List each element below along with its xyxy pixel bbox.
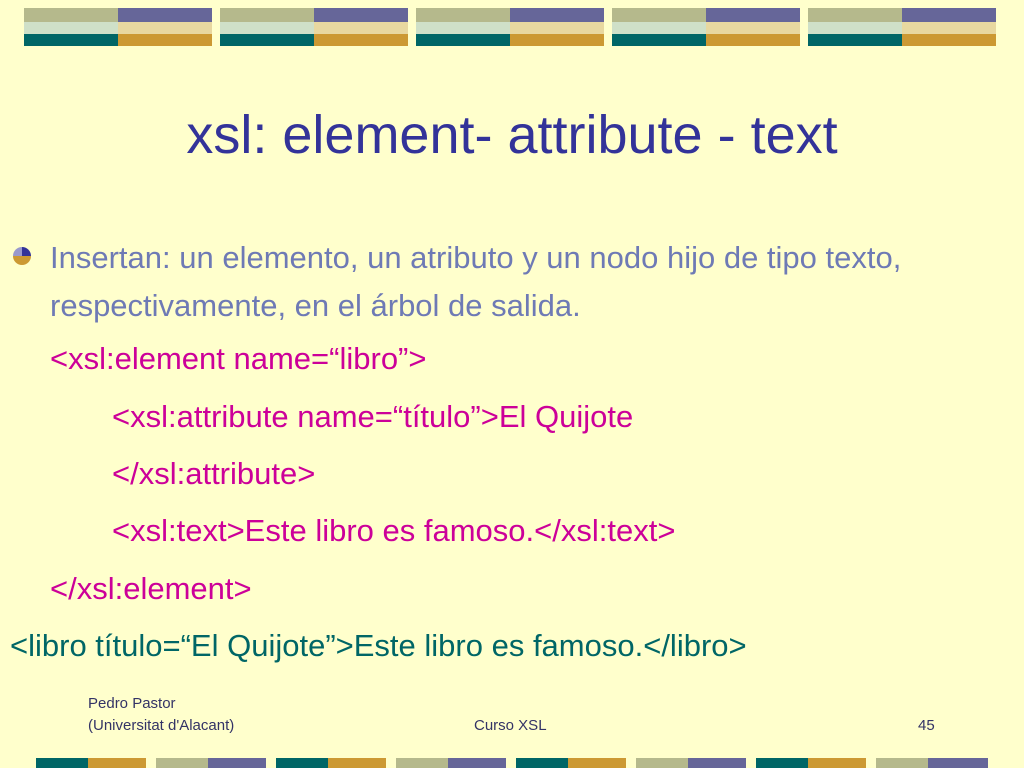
deco-tile <box>416 8 604 46</box>
deco-tile <box>24 8 212 46</box>
code-line: <xsl:attribute name=“título”>El Quijote <box>112 399 634 434</box>
top-decorative-band <box>0 0 1024 50</box>
footer-course: Curso XSL <box>474 717 547 734</box>
footer-page-number: 45 <box>918 717 935 734</box>
code-line: </xsl:element> <box>50 571 252 606</box>
footer-institution: (Universitat d'Alacant) <box>88 717 235 734</box>
deco-tile <box>808 8 996 46</box>
deco-tile <box>220 8 408 46</box>
code-line: </xsl:attribute> <box>112 456 316 491</box>
bullet-text: Insertan: un elemento, un atributo y un … <box>50 240 902 323</box>
footer-author: Pedro Pastor <box>88 695 176 712</box>
bottom-decorative-strip <box>0 758 1024 768</box>
slide-title: xsl: element- attribute - text <box>186 105 838 165</box>
bullet-circle-icon <box>13 247 31 265</box>
code-line: <xsl:text>Este libro es famoso.</xsl:tex… <box>112 513 676 548</box>
deco-tile <box>612 8 800 46</box>
result-line: <libro título=“El Quijote”>Este libro es… <box>10 628 747 663</box>
code-line: <xsl:element name=“libro”> <box>50 341 427 376</box>
